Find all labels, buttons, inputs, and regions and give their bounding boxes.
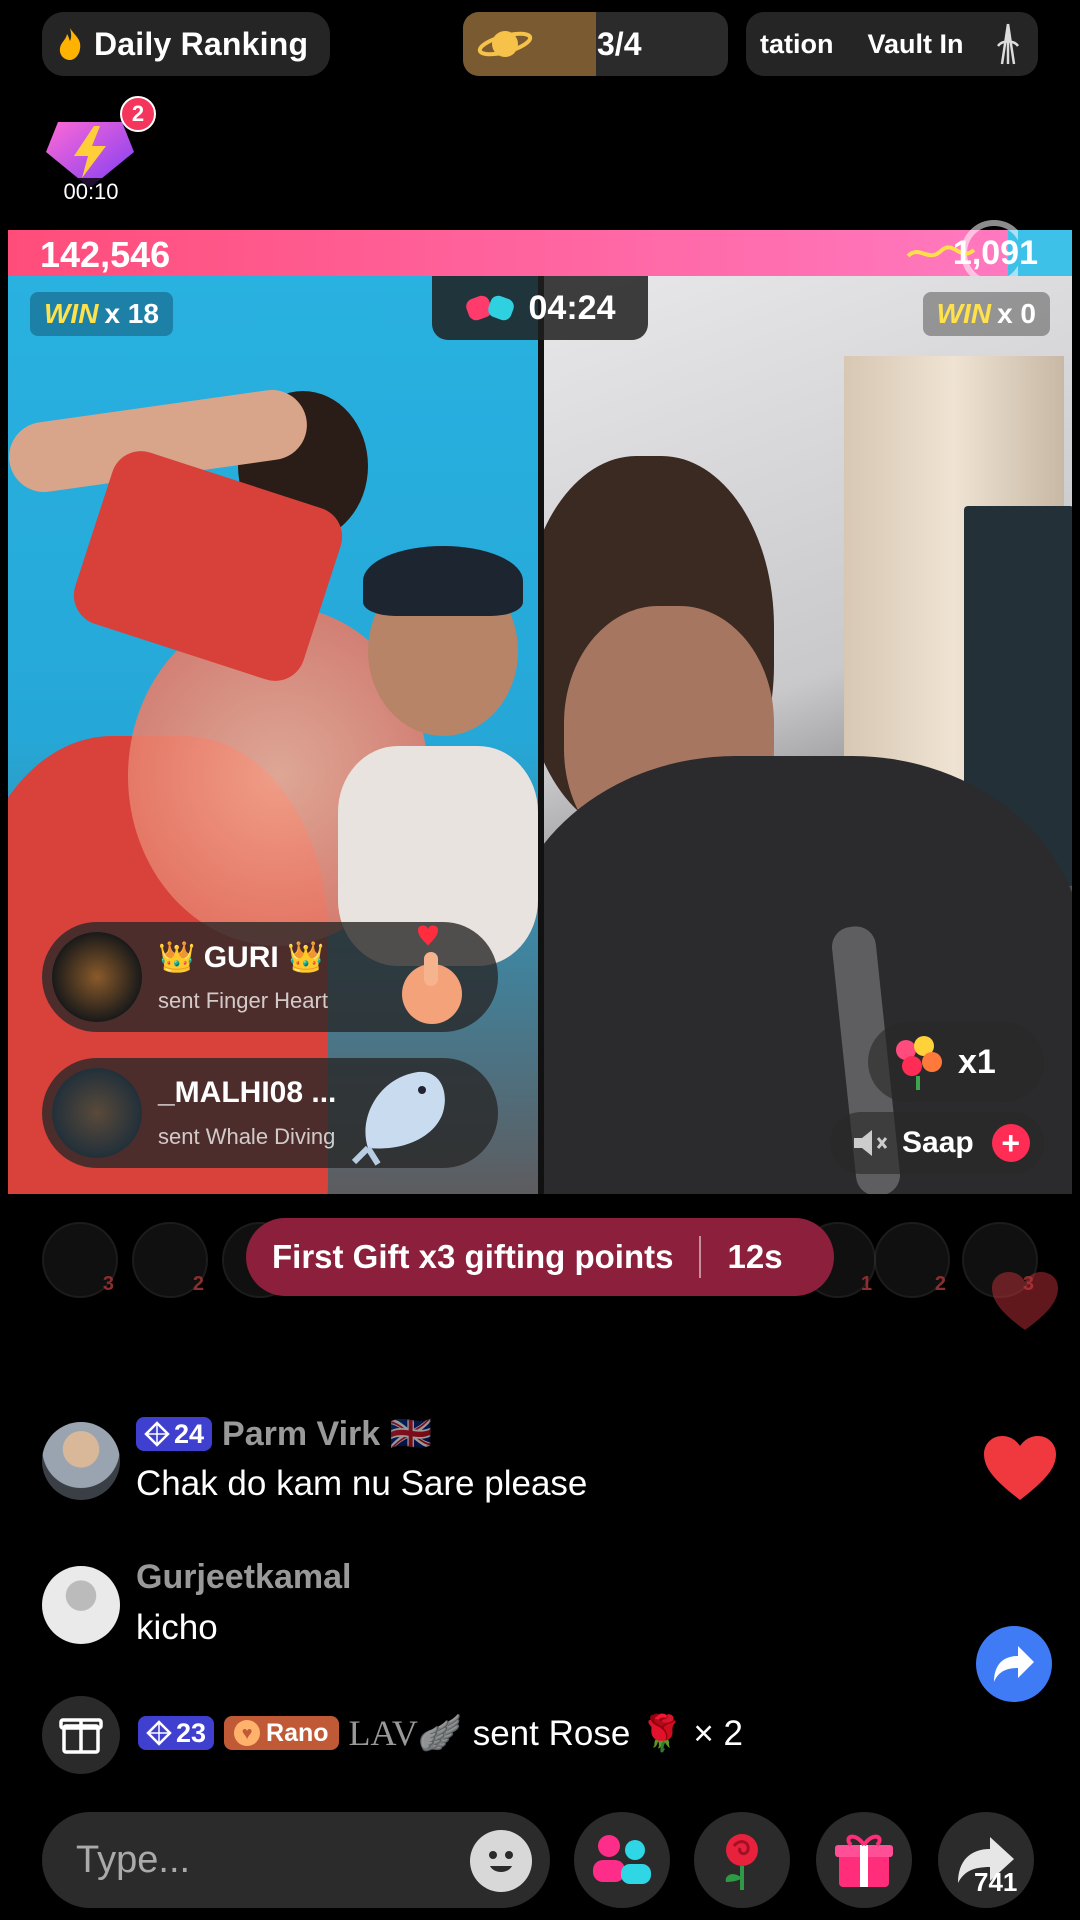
left-host-video[interactable]: WIN x 18 [8, 276, 538, 1194]
share-arrow-icon [994, 1646, 1034, 1682]
person-cap [363, 546, 523, 616]
gifter-name: _MALHI08 ... [158, 1076, 337, 1109]
level-number: 23 [176, 1717, 207, 1748]
follow-plus-button[interactable]: + [991, 1124, 1030, 1162]
gifter-name: 👑 GURI 👑 [158, 941, 325, 974]
smiley-icon [489, 1851, 513, 1872]
daily-ranking-button[interactable]: Daily Ranking [42, 12, 330, 76]
gift-box-icon [59, 1718, 103, 1754]
event-timer: 00:10 [44, 178, 138, 206]
diamond-icon [144, 1421, 170, 1447]
comment-input[interactable] [76, 1836, 456, 1884]
level-badge: 23 [138, 1716, 215, 1750]
vault-text-1: tation [760, 28, 834, 59]
rose-gift-button[interactable] [694, 1812, 790, 1908]
right-win-streak: WIN x 0 [922, 292, 1050, 336]
win-label: WIN [936, 298, 992, 329]
first-gift-countdown: 12s [727, 1238, 783, 1275]
guest-name: Saap [902, 1126, 974, 1159]
gift-notification[interactable]: _MALHI08 ... sent Whale Diving [42, 1058, 498, 1168]
event-badge[interactable]: 2 00:10 [38, 96, 156, 208]
gifter-avatar [52, 1068, 142, 1158]
comment-header: Gurjeetkamal [136, 1558, 351, 1597]
planet-icon [477, 31, 533, 57]
win-count: x 0 [997, 298, 1036, 329]
level-number: 24 [174, 1418, 205, 1449]
whale-icon [351, 1071, 445, 1166]
commenter-avatar[interactable] [42, 1422, 120, 1500]
first-gift-message: First Gift x3 gifting points [272, 1238, 674, 1275]
commenter-name[interactable]: Gurjeetkamal [136, 1558, 351, 1597]
finger-heart-icon [402, 925, 462, 1024]
gift-counter: x1 [868, 1022, 1044, 1102]
comment-text: Chak do kam nu Sare please [136, 1464, 588, 1503]
battle-timer: 04:24 [432, 276, 648, 340]
emoji-button[interactable] [470, 1830, 532, 1892]
progress-count: 3/4 [597, 26, 642, 62]
left-score: 142,546 [40, 234, 171, 275]
gifter-avatar [52, 932, 142, 1022]
comment-header: 24 Parm Virk 🇬🇧 [136, 1414, 432, 1454]
level-badge: 24 [136, 1417, 213, 1451]
like-heart-icon[interactable] [982, 1436, 1058, 1502]
vault-text-2: Vault In [867, 28, 964, 59]
gift-history-button[interactable] [42, 1696, 120, 1774]
gift-message-row: 23 ♥ Rano LAV🪽 sent Rose 🌹 × 2 [138, 1712, 743, 1754]
supporter-avatar[interactable]: 2 [874, 1222, 950, 1298]
first-gift-banner[interactable]: First Gift x3 gifting points 12s [246, 1218, 834, 1296]
tower-icon [996, 23, 1020, 65]
gift-icon [835, 1834, 893, 1887]
share-arrow-button[interactable] [976, 1626, 1052, 1702]
vault-banner[interactable]: tation Vault In [746, 12, 1038, 76]
comment-text: kicho [136, 1608, 218, 1647]
gift-button[interactable] [816, 1812, 912, 1908]
fan-club-badge: ♥ Rano [224, 1716, 339, 1750]
gift-action: sent Whale Diving [158, 1124, 336, 1149]
muted-speaker-icon [854, 1130, 888, 1156]
supporter-avatar[interactable]: 3 [42, 1222, 118, 1298]
gift-message-text: sent Rose 🌹 × 2 [472, 1713, 743, 1753]
flame-icon [59, 28, 81, 60]
commenter-name[interactable]: Parm Virk 🇬🇧 [222, 1414, 432, 1454]
floating-heart-icon [992, 1272, 1058, 1330]
boxing-gloves-icon [465, 295, 514, 321]
banner-separator [699, 1236, 702, 1278]
battle-score-bar: 142,546 1,091 [8, 220, 1072, 286]
bouquet-icon [896, 1036, 942, 1090]
commenter-avatar[interactable] [42, 1566, 120, 1644]
multi-guest-button[interactable] [574, 1812, 670, 1908]
comment-input-box[interactable] [42, 1812, 550, 1908]
notification-badge: 2 [120, 96, 156, 132]
diamond-icon [146, 1720, 172, 1746]
heart-badge-icon: ♥ [234, 1720, 261, 1746]
supporter-avatar[interactable]: 2 [132, 1222, 208, 1298]
gifter-name[interactable]: LAV🪽 [349, 1712, 463, 1754]
gift-notification[interactable]: 👑 GURI 👑 sent Finger Heart [42, 922, 498, 1032]
left-win-streak: WIN x 18 [30, 292, 173, 336]
share-button[interactable]: 741 [938, 1812, 1034, 1908]
right-score: 1,091 [952, 234, 1038, 272]
gift-count: x1 [958, 1042, 996, 1081]
win-count: x 18 [104, 298, 159, 329]
gift-action: sent Finger Heart [158, 988, 328, 1013]
fan-club-name: Rano [266, 1718, 329, 1747]
video-divider [538, 276, 544, 1194]
daily-ranking-label: Daily Ranking [94, 25, 309, 62]
planet-progress[interactable]: 3/4 [463, 12, 728, 76]
guest-tag[interactable]: Saap + [830, 1112, 1044, 1174]
battle-timer-text: 04:24 [528, 288, 616, 327]
people-icon [593, 1835, 651, 1884]
win-label: WIN [44, 298, 99, 329]
share-count: 741 [974, 1867, 1018, 1897]
rose-icon [725, 1834, 758, 1890]
